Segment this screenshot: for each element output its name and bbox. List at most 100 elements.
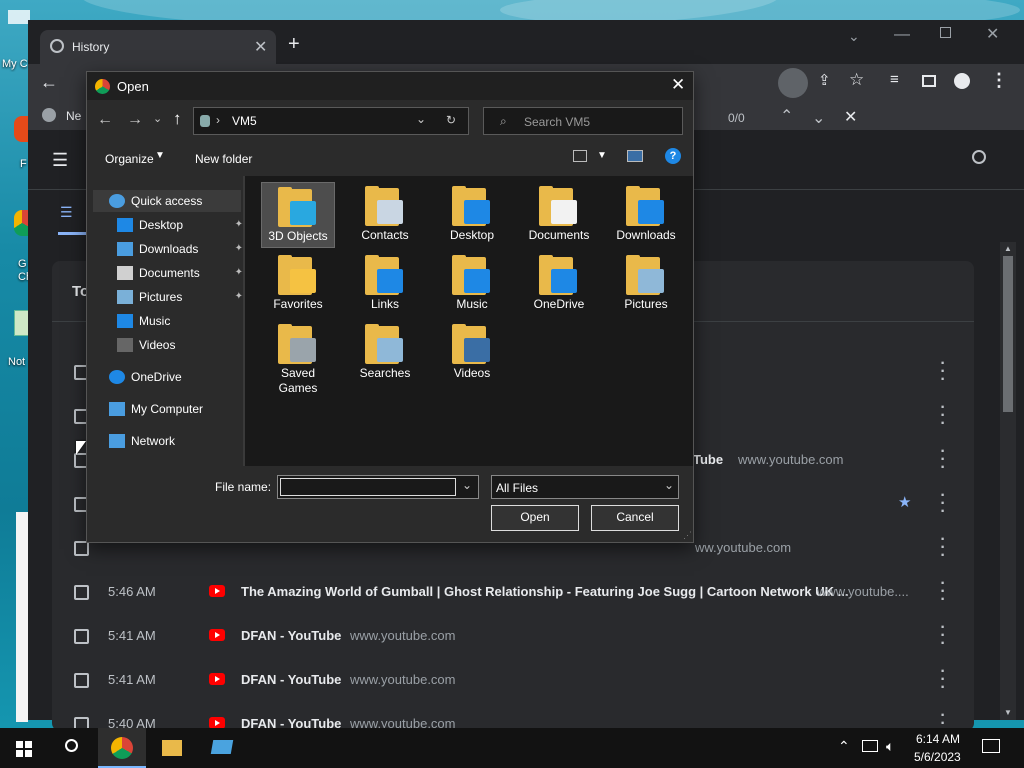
desktop-icon-notepad[interactable]: Not	[0, 306, 30, 372]
folder-item[interactable]: Desktop	[435, 182, 509, 248]
volume-icon[interactable]: 🔈︎	[886, 738, 894, 755]
back-button[interactable]: ←	[40, 72, 58, 93]
row-menu-icon[interactable]: ···	[940, 488, 946, 520]
row-title[interactable]: DFAN - YouTube	[241, 628, 341, 643]
nav-item[interactable]: OneDrive	[87, 366, 243, 388]
history-row[interactable]: 5:46 AM The Amazing World of Gumball | Gh…	[52, 570, 974, 614]
cancel-button[interactable]: Cancel	[591, 505, 679, 531]
folder-item[interactable]: Searches	[348, 320, 422, 386]
row-menu-icon[interactable]: ···	[940, 532, 946, 564]
search-button[interactable]	[48, 728, 96, 768]
desktop-icon-app[interactable]: F	[0, 110, 30, 170]
list-view-icon[interactable]: ☰	[60, 204, 73, 221]
share-icon[interactable]: ⇪	[818, 71, 831, 89]
history-row[interactable]: 5:41 AM DFAN - YouTube www.youtube.com · · ·	[52, 614, 974, 658]
folder-item[interactable]: Pictures	[609, 251, 683, 317]
hamburger-menu-icon[interactable]: ☰	[52, 150, 68, 171]
bookmark-item[interactable]: Ne	[66, 109, 81, 123]
nav-item[interactable]: Pictures ✦	[87, 286, 243, 308]
nav-item[interactable]: Music	[87, 310, 243, 332]
tab-history[interactable]: History ✕	[40, 30, 276, 64]
file-name-field[interactable]: ⌄	[277, 475, 479, 499]
tab-search-icon[interactable]: ⌄	[848, 28, 860, 45]
back-icon[interactable]: ←	[97, 111, 113, 129]
row-menu-icon[interactable]: ···	[940, 444, 946, 476]
scroll-up-icon[interactable]: ▲	[1004, 244, 1012, 253]
taskbar-chrome[interactable]	[98, 728, 146, 768]
view-dropdown-icon[interactable]: ▼	[597, 150, 607, 161]
folder-item[interactable]: 3D Objects	[261, 182, 335, 248]
recent-locations-icon[interactable]: ⌄	[153, 112, 162, 125]
row-checkbox[interactable]	[74, 541, 89, 556]
close-tab-icon[interactable]: ✕	[254, 37, 267, 57]
up-icon[interactable]: ↑	[173, 109, 182, 129]
close-window-button[interactable]: ✕	[986, 24, 999, 44]
organize-button[interactable]: Organize	[105, 152, 154, 166]
taskbar-app[interactable]	[198, 728, 246, 768]
search-icon[interactable]	[972, 150, 986, 164]
dialog-close-icon[interactable]: ✕	[671, 75, 685, 95]
row-menu-icon[interactable]: ···	[940, 664, 946, 696]
row-menu-icon[interactable]: ···	[940, 620, 946, 652]
address-dropdown-icon[interactable]: ⌄	[416, 112, 426, 126]
row-menu-icon[interactable]: ···	[940, 356, 946, 388]
row-title[interactable]: DFAN - YouTube	[241, 672, 341, 687]
history-row[interactable]: 5:41 AM DFAN - YouTube www.youtube.com · · ·	[52, 658, 974, 702]
find-close-icon[interactable]: ✕	[844, 107, 857, 127]
resize-grip-icon[interactable]: ⋰	[683, 530, 692, 541]
help-icon[interactable]: ?	[665, 148, 681, 164]
scroll-down-icon[interactable]: ▼	[1004, 708, 1012, 717]
row-title[interactable]: Tube	[693, 452, 723, 467]
maximize-button[interactable]	[940, 27, 951, 38]
start-button[interactable]	[0, 728, 48, 768]
nav-item[interactable]: Videos	[87, 334, 243, 356]
taskbar-file-explorer[interactable]	[148, 728, 196, 768]
folder-item[interactable]: Documents	[522, 182, 596, 248]
nav-item[interactable]: Downloads ✦	[87, 238, 243, 260]
nav-item[interactable]: Quick access	[93, 190, 241, 212]
row-menu-icon[interactable]: ···	[940, 576, 946, 608]
nav-item[interactable]: Documents ✦	[87, 262, 243, 284]
file-name-input[interactable]	[280, 478, 456, 496]
page-scrollbar[interactable]: ▲ ▼	[1000, 242, 1016, 720]
minimize-button[interactable]: —	[894, 26, 910, 44]
network-icon[interactable]	[862, 740, 878, 752]
bookmark-star-icon[interactable]: ☆	[849, 70, 864, 90]
folder-item[interactable]: Downloads	[609, 182, 683, 248]
desktop-icon-my-computer[interactable]: My C	[0, 2, 30, 72]
notifications-icon[interactable]	[982, 739, 1000, 753]
find-previous-icon[interactable]: ⌃	[780, 106, 793, 126]
new-tab-button[interactable]: +	[288, 33, 300, 56]
folder-item[interactable]: OneDrive	[522, 251, 596, 317]
lens-icon[interactable]	[778, 68, 808, 98]
show-hidden-icons[interactable]: ⌃	[838, 738, 850, 755]
folder-item[interactable]: Favorites	[261, 251, 335, 317]
address-bar[interactable]: › VM5 ⌄ ↻	[193, 107, 469, 135]
row-title[interactable]: The Amazing World of Gumball | Ghost Rel…	[241, 584, 848, 599]
row-menu-icon[interactable]: ···	[940, 400, 946, 432]
file-name-dropdown-icon[interactable]: ⌄	[462, 478, 472, 492]
open-button[interactable]: Open	[491, 505, 579, 531]
media-icon[interactable]: ≡	[890, 71, 899, 88]
find-next-icon[interactable]: ⌄	[812, 108, 825, 128]
scrollbar-thumb[interactable]	[1003, 256, 1013, 412]
search-box[interactable]: ⌕ Search VM5	[483, 107, 683, 135]
nav-item[interactable]: My Computer	[87, 398, 243, 420]
row-checkbox[interactable]	[74, 585, 89, 600]
side-panel-icon[interactable]	[922, 75, 936, 87]
folder-item[interactable]: Videos	[435, 320, 509, 386]
nav-item[interactable]: Desktop ✦	[87, 214, 243, 236]
row-checkbox[interactable]	[74, 629, 89, 644]
menu-icon[interactable]: ⋮	[990, 70, 1008, 91]
view-options-icon[interactable]	[573, 150, 587, 162]
new-folder-button[interactable]: New folder	[195, 152, 252, 166]
clock-time[interactable]: 6:14 AM	[916, 732, 960, 746]
file-type-select[interactable]: All Files ⌄	[491, 475, 679, 499]
preview-pane-icon[interactable]	[627, 150, 643, 162]
forward-icon[interactable]: →	[127, 111, 143, 129]
profile-icon[interactable]	[954, 73, 970, 89]
folder-item[interactable]: Music	[435, 251, 509, 317]
nav-item[interactable]: Network	[87, 430, 243, 452]
organize-dropdown-icon[interactable]: ▼	[155, 150, 165, 161]
folder-item[interactable]: Saved Games	[261, 320, 335, 400]
